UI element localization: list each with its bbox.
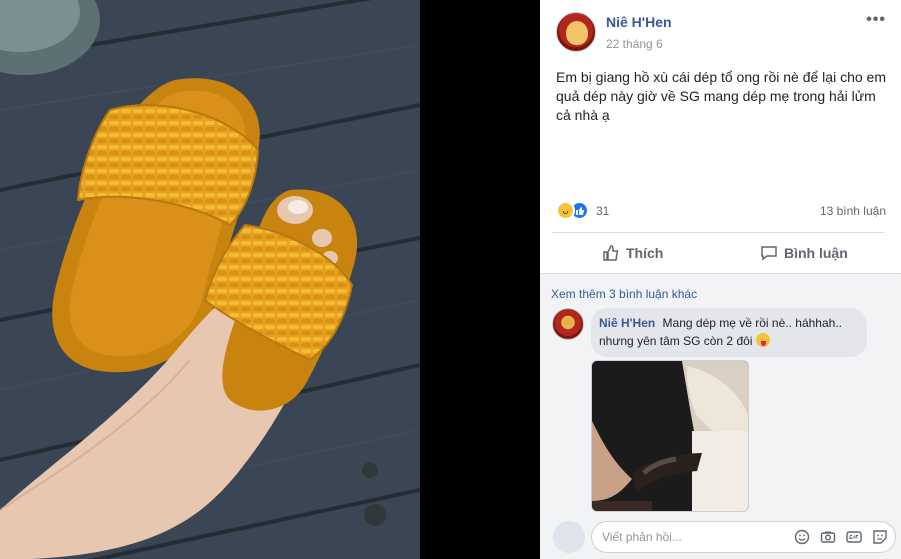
like-button[interactable]: Thích bbox=[602, 241, 663, 265]
reactions-bar: ᴗ 31 13 bình luận bbox=[556, 201, 886, 223]
reply-tools bbox=[793, 528, 889, 546]
photo-backdrop bbox=[420, 0, 540, 559]
more-options-icon[interactable]: ••• bbox=[866, 12, 886, 28]
commenter-avatar[interactable] bbox=[552, 308, 584, 340]
reply-avatar bbox=[553, 521, 585, 553]
tongue-emoji-icon bbox=[755, 333, 770, 347]
post-date[interactable]: 22 tháng 6 bbox=[606, 37, 663, 51]
view-more-comments-link[interactable]: Xem thêm 3 bình luận khác bbox=[551, 287, 697, 301]
comment-count[interactable]: 13 bình luận bbox=[820, 204, 886, 218]
reply-placeholder: Viết phản hồi... bbox=[602, 530, 682, 544]
thumbs-up-icon bbox=[603, 245, 619, 261]
emoji-icon[interactable] bbox=[793, 528, 811, 546]
comment-photo-image bbox=[592, 361, 748, 511]
camera-icon[interactable] bbox=[819, 528, 837, 546]
sticker-icon[interactable] bbox=[871, 528, 889, 546]
reaction-count[interactable]: 31 bbox=[596, 204, 609, 218]
haha-icon[interactable]: ᴗ bbox=[556, 201, 575, 220]
post-photo[interactable] bbox=[0, 0, 420, 559]
gif-icon[interactable] bbox=[845, 528, 863, 546]
post-text: Em bị giang hồ xù cái dép tổ ong rồi nè … bbox=[556, 69, 886, 123]
reply-row: Viết phản hồi... bbox=[540, 514, 901, 559]
like-label: Thích bbox=[626, 245, 664, 261]
comment-author[interactable]: Niê H'Hen bbox=[599, 316, 655, 330]
comment-button[interactable]: Bình luận bbox=[760, 241, 848, 265]
sandals-photo bbox=[0, 0, 420, 559]
comments-section: Xem thêm 3 bình luận khác Niê H'Hen Mang… bbox=[540, 273, 901, 559]
post-header: Niê H'Hen 22 tháng 6 ••• bbox=[556, 12, 886, 56]
post-panel: Niê H'Hen 22 tháng 6 ••• Em bị giang hồ … bbox=[540, 0, 901, 559]
comment-icon bbox=[761, 246, 777, 261]
comment-bubble: Niê H'Hen Mang dép mẹ về rồi nè.. háhhah… bbox=[591, 308, 867, 357]
author-avatar[interactable] bbox=[556, 12, 596, 52]
comment-label: Bình luận bbox=[784, 245, 848, 261]
action-bar: Thích Bình luận bbox=[552, 232, 884, 272]
comment-photo[interactable] bbox=[591, 360, 749, 512]
reply-input[interactable]: Viết phản hồi... bbox=[591, 521, 896, 553]
author-name[interactable]: Niê H'Hen bbox=[606, 14, 672, 30]
